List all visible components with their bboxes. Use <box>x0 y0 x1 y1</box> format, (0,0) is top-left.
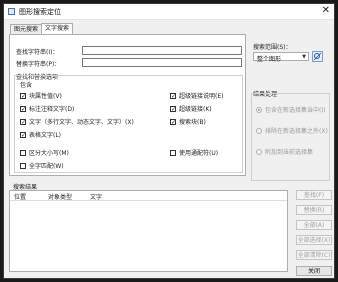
scope-select[interactable]: 整个图形 ▼ <box>253 52 309 63</box>
text-search-panel: 查找字符串(I)： 替换字符串(P)： 查找和替换选项 包含 ✓ 块属性值(V) … <box>9 34 246 176</box>
column-header-object-type[interactable]: 对象类型 <box>48 192 72 201</box>
radio-icon <box>256 127 262 134</box>
find-label: 查找字符串(I)： <box>16 49 59 56</box>
checkbox-icon: ✓ <box>170 105 177 113</box>
find-input[interactable] <box>82 46 242 55</box>
radio-icon <box>256 106 262 113</box>
dialog-title: 图形搜索定位 <box>19 8 61 16</box>
checkbox-wildcard[interactable]: 使用通配符(U) <box>170 148 218 157</box>
radio-include-new-set[interactable]: 包含在新选择集当中(I) <box>256 105 325 114</box>
search-locate-dialog: 图形搜索定位 ✕ 图元搜索 文字搜索 查找字符串(I)： 替换字符串(P)： 查… <box>3 3 335 279</box>
title-bar: 图形搜索定位 ✕ <box>4 4 334 20</box>
radio-icon <box>256 148 262 155</box>
checkbox-text[interactable]: ✓ 文字（多行文字、动态文字、文字）(X) <box>20 117 134 126</box>
checkbox-icon: ✓ <box>170 92 177 100</box>
tab-text-search[interactable]: 文字搜索 <box>41 23 74 34</box>
close-button[interactable]: 关闭 <box>296 266 332 276</box>
app-icon <box>8 8 15 15</box>
close-icon[interactable]: ✕ <box>322 5 330 17</box>
column-header-location[interactable]: 位置 <box>14 192 26 201</box>
checkbox-icon <box>20 162 26 169</box>
replace-all-button[interactable]: 全部(A) <box>296 220 332 230</box>
replace-input[interactable] <box>82 58 242 67</box>
replace-label: 替换字符串(P)： <box>16 61 61 68</box>
replace-button[interactable]: 替换(R) <box>296 205 332 215</box>
checkbox-icon: ✓ <box>20 118 27 126</box>
checkbox-hyperlink-desc[interactable]: ✓ 超级链接说明(E) <box>170 91 223 100</box>
radio-append-current-set[interactable]: 附加到当前选择集 <box>256 147 313 156</box>
checkbox-icon <box>170 149 176 156</box>
select-objects-icon[interactable] <box>312 51 323 62</box>
checkbox-icon: ✓ <box>170 118 177 126</box>
select-all-button[interactable]: 全部选择(X) <box>296 235 332 245</box>
checkbox-icon: ✓ <box>20 131 27 139</box>
checkbox-whole-word[interactable]: 全字匹配(W) <box>20 161 64 170</box>
checkbox-icon: ✓ <box>20 92 27 100</box>
checkbox-icon: ✓ <box>20 105 27 113</box>
checkbox-icon <box>20 149 26 156</box>
chevron-down-icon: ▼ <box>302 54 306 60</box>
checkbox-search-block[interactable]: ✓ 搜索块(B) <box>170 117 206 126</box>
checkbox-hyperlink[interactable]: ✓ 超级链接(K) <box>170 104 212 113</box>
clear-all-button[interactable]: 全部清除(C) <box>296 250 332 260</box>
checkbox-match-case[interactable]: 区分大小写(M) <box>20 148 69 157</box>
tab-entity-search[interactable]: 图元搜索 <box>10 24 43 34</box>
checkbox-dim-text[interactable]: ✓ 标注注释文字(D) <box>20 104 74 113</box>
column-header-text[interactable]: 文字 <box>90 192 102 201</box>
checkbox-table-text[interactable]: ✓ 表格文字(L) <box>20 130 61 139</box>
checkbox-block-attr[interactable]: ✓ 块属性值(V) <box>20 91 62 100</box>
results-list[interactable]: 位置 对象类型 文字 <box>9 190 288 272</box>
scope-label: 搜索范围(S)： <box>253 44 292 51</box>
find-button[interactable]: 查找(F) <box>296 190 332 200</box>
radio-exclude-new-set[interactable]: 排除在新选择集之外(X) <box>256 126 328 135</box>
include-label: 包含 <box>20 82 33 89</box>
